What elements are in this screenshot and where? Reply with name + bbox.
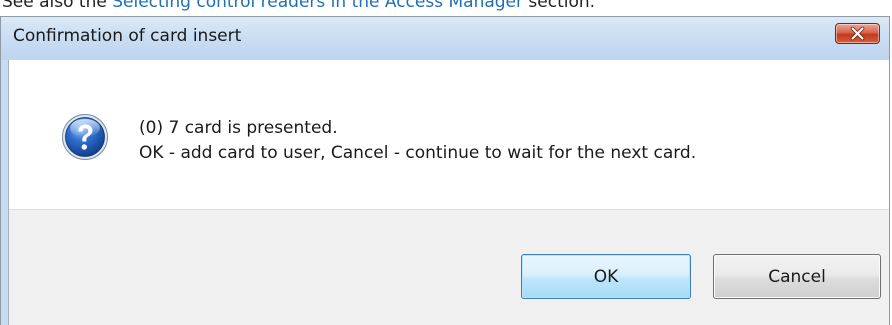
dialog-button-bar: OK Cancel — [9, 209, 889, 325]
confirmation-dialog: Confirmation of card insert (0) 7 card i… — [0, 16, 890, 325]
message-line-1: (0) 7 card is presented. — [139, 118, 338, 138]
dialog-message: (0) 7 card is presented. OK - add card t… — [139, 116, 696, 166]
question-icon — [62, 114, 108, 160]
doc-text-line: See also the Selecting control readers i… — [2, 0, 595, 12]
close-icon — [850, 26, 865, 41]
dialog-client-area: (0) 7 card is presented. OK - add card t… — [8, 60, 889, 325]
close-button[interactable] — [835, 23, 880, 44]
message-line-2: OK - add card to user, Cancel - continue… — [139, 143, 697, 163]
dialog-titlebar[interactable]: Confirmation of card insert — [1, 17, 889, 60]
ok-button[interactable]: OK — [521, 254, 691, 299]
cancel-button[interactable]: Cancel — [713, 254, 881, 299]
dialog-content: (0) 7 card is presented. OK - add card t… — [9, 60, 889, 209]
doc-text-prefix: See also the — [2, 0, 113, 12]
doc-link[interactable]: Selecting control readers in the Access … — [112, 0, 523, 12]
doc-text-suffix: section. — [523, 0, 596, 12]
dialog-title: Confirmation of card insert — [13, 26, 242, 46]
